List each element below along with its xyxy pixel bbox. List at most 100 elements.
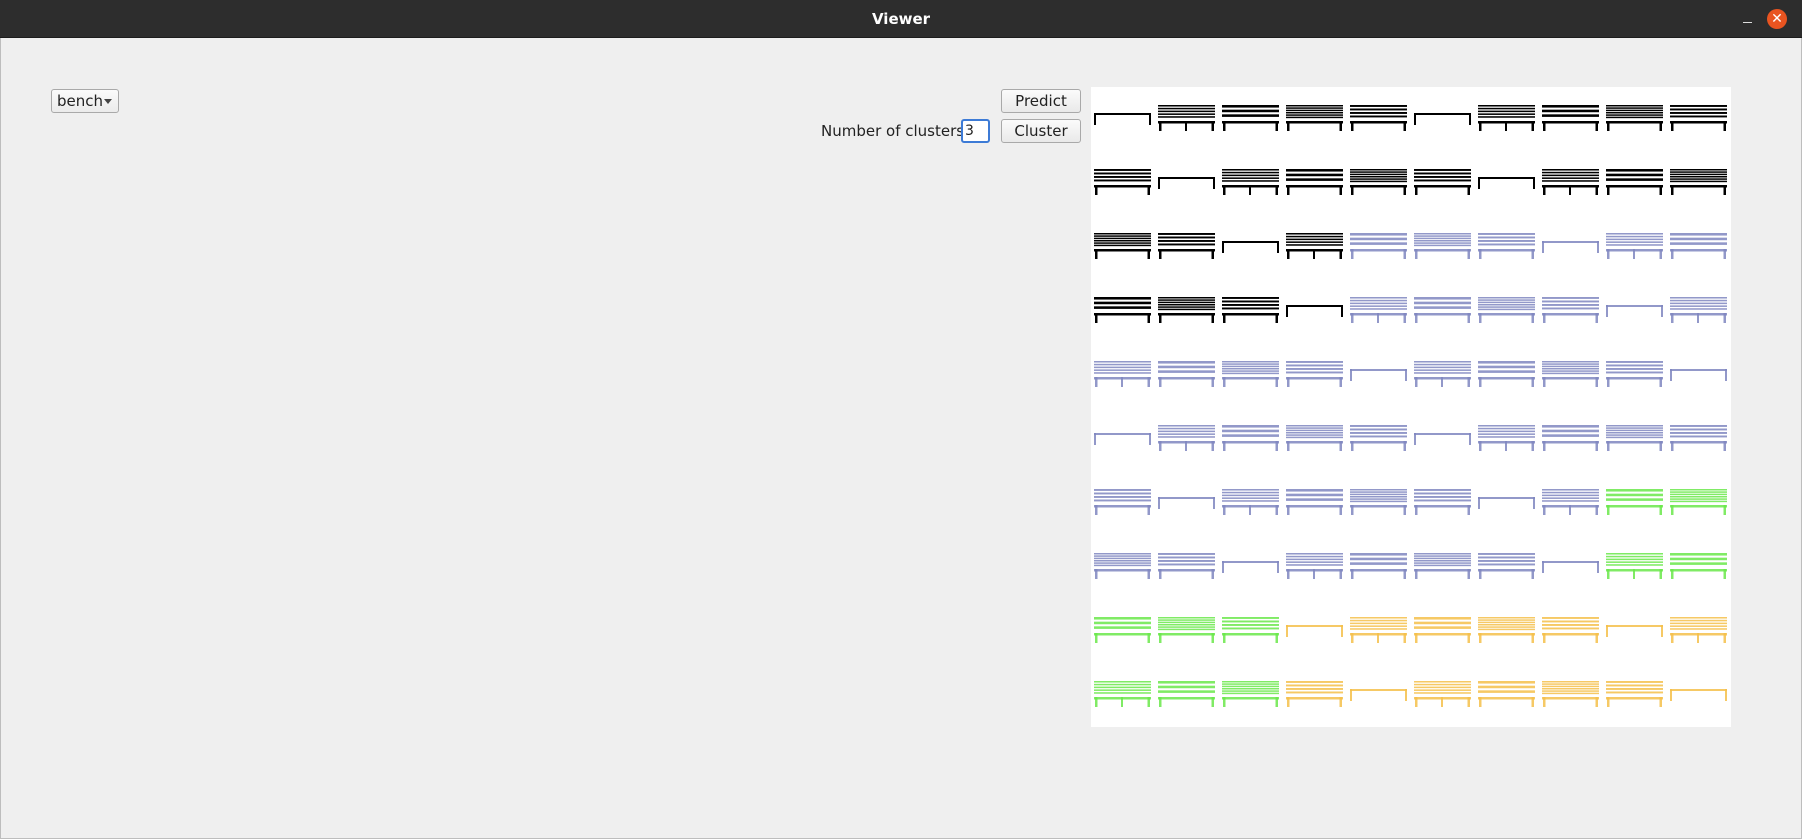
bench-thumbnail [1158, 425, 1215, 451]
bench-thumbnail [1222, 361, 1279, 387]
bench-thumbnail [1158, 553, 1215, 579]
bench-thumbnail [1478, 617, 1535, 643]
bench-thumbnail [1670, 553, 1727, 579]
bench-thumbnail [1542, 361, 1599, 387]
bench-thumbnail [1670, 369, 1727, 381]
bench-thumbnail [1414, 553, 1471, 579]
bench-thumbnail [1670, 169, 1727, 195]
bench-thumbnail [1158, 233, 1215, 259]
bench-thumbnail [1606, 305, 1663, 317]
bench-thumbnail [1542, 297, 1599, 323]
close-icon[interactable]: ✕ [1767, 9, 1787, 29]
bench-thumbnail [1094, 233, 1151, 259]
bench-thumbnail [1606, 489, 1663, 515]
bench-thumbnail [1478, 297, 1535, 323]
bench-thumbnail [1222, 425, 1279, 451]
bench-thumbnail [1350, 169, 1407, 195]
category-select[interactable]: bench [51, 89, 119, 113]
bench-thumbnail [1286, 625, 1343, 637]
bench-thumbnail [1350, 297, 1407, 323]
bench-thumbnail [1670, 297, 1727, 323]
bench-thumbnail [1606, 681, 1663, 707]
bench-thumbnail [1222, 489, 1279, 515]
window-titlebar: Viewer ✕ [0, 0, 1802, 38]
bench-thumbnail [1222, 297, 1279, 323]
bench-thumbnail [1094, 361, 1151, 387]
bench-thumbnail [1350, 425, 1407, 451]
bench-thumbnail [1478, 233, 1535, 259]
bench-thumbnail [1478, 177, 1535, 189]
bench-thumbnail [1350, 489, 1407, 515]
bench-thumbnail [1478, 497, 1535, 509]
bench-thumbnail [1542, 561, 1599, 573]
cluster-button[interactable]: Cluster [1001, 119, 1081, 143]
bench-thumbnail [1414, 113, 1471, 125]
bench-thumbnail [1094, 169, 1151, 195]
bench-thumbnail [1414, 681, 1471, 707]
bench-thumbnail [1542, 681, 1599, 707]
bench-thumbnail [1350, 233, 1407, 259]
bench-thumbnail [1094, 617, 1151, 643]
bench-thumbnail [1414, 233, 1471, 259]
bench-thumbnail [1478, 553, 1535, 579]
bench-thumbnail [1158, 681, 1215, 707]
bench-thumbnail [1670, 105, 1727, 131]
bench-thumbnail [1094, 113, 1151, 125]
bench-thumbnail [1350, 617, 1407, 643]
bench-thumbnail [1606, 425, 1663, 451]
minimize-icon[interactable] [1738, 10, 1756, 28]
bench-thumbnail [1606, 553, 1663, 579]
num-clusters-input[interactable] [961, 119, 990, 143]
bench-thumbnail [1158, 177, 1215, 189]
bench-thumbnail [1094, 681, 1151, 707]
bench-thumbnail [1542, 425, 1599, 451]
bench-thumbnail [1286, 169, 1343, 195]
bench-thumbnail [1286, 489, 1343, 515]
bench-thumbnail [1222, 241, 1279, 253]
chevron-down-icon [104, 99, 112, 104]
bench-thumbnail [1414, 361, 1471, 387]
bench-thumbnail [1542, 489, 1599, 515]
bench-thumbnail [1606, 105, 1663, 131]
bench-thumbnail [1414, 169, 1471, 195]
category-select-value: bench [57, 92, 104, 110]
bench-thumbnail [1350, 105, 1407, 131]
window-title: Viewer [871, 10, 931, 28]
bench-thumbnail [1414, 433, 1471, 445]
bench-thumbnail [1158, 617, 1215, 643]
bench-thumbnail [1670, 233, 1727, 259]
bench-thumbnail [1414, 489, 1471, 515]
num-clusters-label: Number of clusters: [821, 122, 970, 140]
bench-thumbnail [1158, 361, 1215, 387]
bench-thumbnail [1670, 489, 1727, 515]
bench-thumbnail [1094, 489, 1151, 515]
bench-thumbnail [1478, 425, 1535, 451]
bench-thumbnail [1158, 297, 1215, 323]
bench-thumbnail [1222, 169, 1279, 195]
bench-thumbnail [1286, 425, 1343, 451]
bench-thumbnail [1158, 105, 1215, 131]
bench-thumbnail [1606, 169, 1663, 195]
bench-thumbnail [1542, 105, 1599, 131]
image-grid-canvas [1094, 105, 1727, 707]
bench-thumbnail [1286, 105, 1343, 131]
bench-thumbnail [1606, 625, 1663, 637]
bench-thumbnail [1478, 361, 1535, 387]
bench-thumbnail [1414, 297, 1471, 323]
bench-thumbnail [1222, 105, 1279, 131]
bench-thumbnail [1350, 369, 1407, 381]
bench-thumbnail [1478, 681, 1535, 707]
bench-thumbnail [1222, 617, 1279, 643]
bench-thumbnail [1542, 169, 1599, 195]
bench-thumbnail [1158, 497, 1215, 509]
bench-thumbnail [1094, 297, 1151, 323]
bench-thumbnail [1478, 105, 1535, 131]
bench-thumbnail [1222, 561, 1279, 573]
predict-button[interactable]: Predict [1001, 89, 1081, 113]
bench-thumbnail [1094, 433, 1151, 445]
bench-thumbnail [1222, 681, 1279, 707]
bench-thumbnail [1350, 689, 1407, 701]
bench-thumbnail [1286, 681, 1343, 707]
bench-thumbnail [1094, 553, 1151, 579]
bench-thumbnail [1350, 553, 1407, 579]
